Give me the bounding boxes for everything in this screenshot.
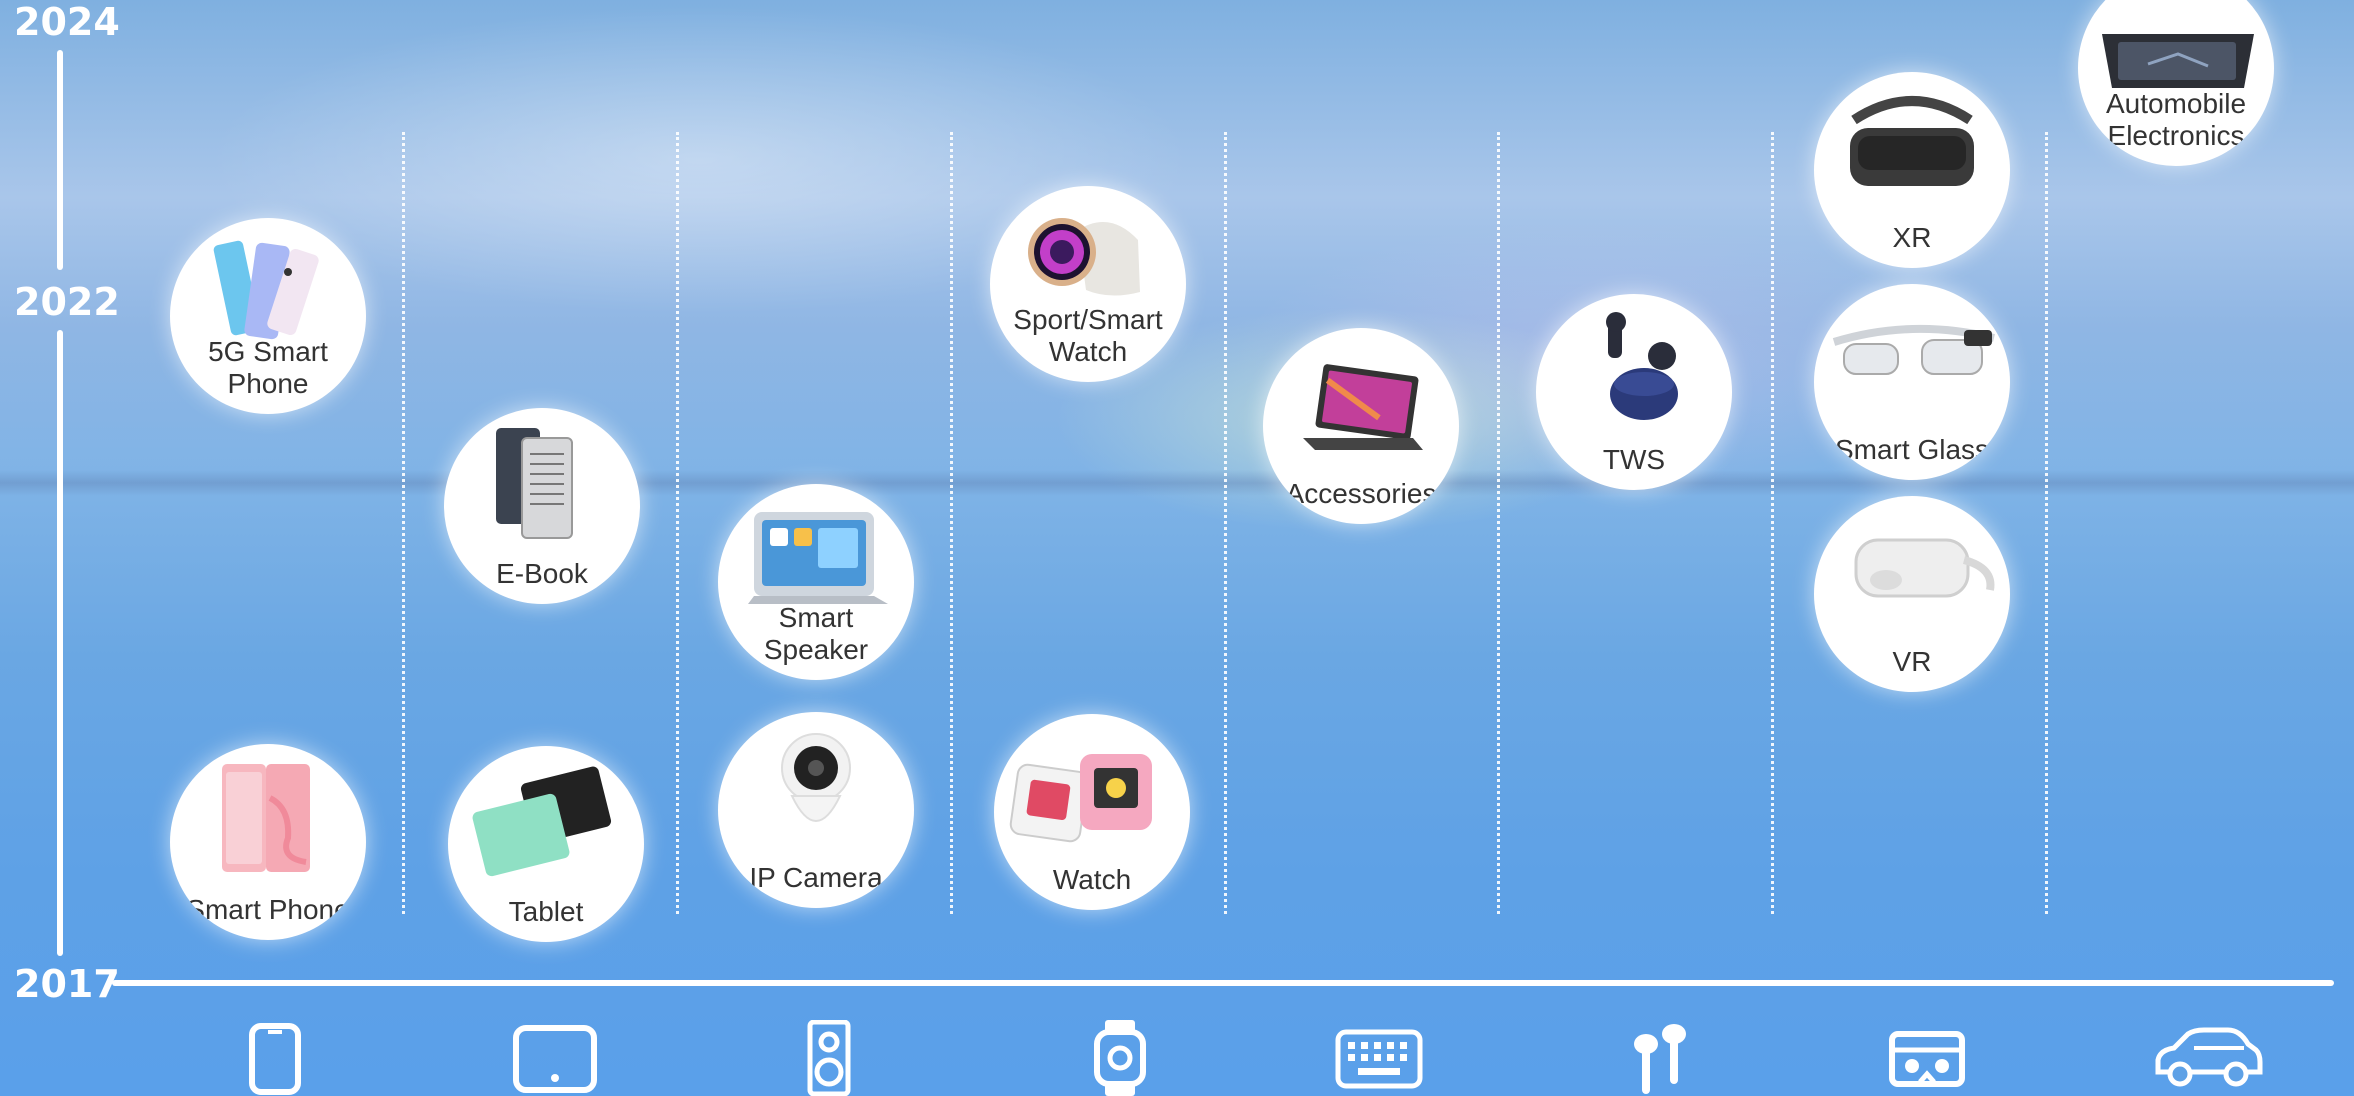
year-2017-label: 2017 [14, 962, 120, 1006]
column-divider [1497, 132, 1500, 914]
product-label: VR [1892, 646, 1932, 677]
product-node-tws[interactable]: TWS [1536, 294, 1732, 490]
earbuds-icon [1634, 1024, 1686, 1094]
product-label: XR [1892, 222, 1932, 253]
sport-watch-image [1028, 218, 1140, 296]
product-node-smart-phone[interactable]: Smart Phone [170, 744, 366, 940]
year-2022-label: 2022 [14, 280, 120, 324]
vr-headset-image [1854, 538, 1995, 598]
column-divider [1771, 132, 1774, 914]
column-divider [676, 132, 679, 914]
product-node-automobile-electronics[interactable]: Automobile Electronics [2078, 0, 2274, 166]
5g-phone-image [213, 240, 319, 340]
product-node-vr[interactable]: VR [1814, 496, 2010, 692]
vertical-axis-upper [57, 50, 63, 270]
kids-watch-image [1009, 754, 1152, 843]
product-node-watch[interactable]: Watch [994, 714, 1190, 910]
product-node-tablet[interactable]: Tablet [448, 746, 644, 942]
ip-camera-image [781, 733, 851, 822]
column-divider [402, 132, 405, 914]
product-node-xr[interactable]: XR [1814, 72, 2010, 268]
product-label: Automobile Electronics [2105, 88, 2247, 151]
product-label: Watch [1052, 864, 1132, 895]
e-book-image [496, 428, 573, 539]
product-label: Smart Glass [1834, 434, 1990, 465]
product-node-smart-speaker[interactable]: Smart Speaker [718, 484, 914, 680]
speaker-icon [807, 1020, 851, 1096]
product-node-5g-smart-phone[interactable]: 5G Smart Phone [170, 218, 366, 414]
product-label: Accessories [1285, 478, 1437, 509]
xr-headset-image [1850, 96, 1974, 186]
product-node-sport-smart-watch[interactable]: Sport/Smart Watch [990, 186, 1186, 382]
year-2024-label: 2024 [14, 0, 120, 44]
product-node-ip-camera[interactable]: IP Camera [718, 712, 914, 908]
column-divider [2045, 132, 2048, 914]
vr-headset-icon [1889, 1031, 1965, 1087]
product-label: Tablet [508, 896, 584, 927]
product-label: Smart Phone [186, 894, 350, 925]
smart-phone-image [222, 764, 310, 872]
product-node-smart-glass[interactable]: Smart Glass [1814, 284, 2010, 480]
tws-image [1606, 312, 1678, 420]
product-label: Sport/Smart Watch [1013, 304, 1163, 367]
column-divider [1224, 132, 1227, 914]
product-label: Smart Speaker [763, 602, 869, 665]
watch-icon [1094, 1020, 1146, 1096]
vertical-axis-lower [57, 330, 63, 956]
tablet-icon [513, 1025, 597, 1093]
phone-icon [249, 1023, 301, 1095]
car-icon [2155, 1027, 2263, 1087]
horizontal-axis [112, 980, 2334, 986]
tablet-image [472, 766, 612, 877]
product-node-e-book[interactable]: E-Book [444, 408, 640, 604]
smart-speaker-image [748, 512, 888, 604]
background-horizon [0, 470, 2354, 496]
column-divider [950, 132, 953, 914]
smart-glass-image [1832, 324, 1995, 375]
product-label: IP Camera [749, 862, 883, 893]
accessories-image [1303, 364, 1423, 450]
product-label: E-Book [496, 558, 588, 589]
product-node-accessories[interactable]: Accessories [1263, 328, 1459, 524]
product-label: TWS [1602, 444, 1666, 475]
keyboard-icon [1335, 1029, 1423, 1089]
product-label: 5G Smart Phone [208, 336, 328, 399]
